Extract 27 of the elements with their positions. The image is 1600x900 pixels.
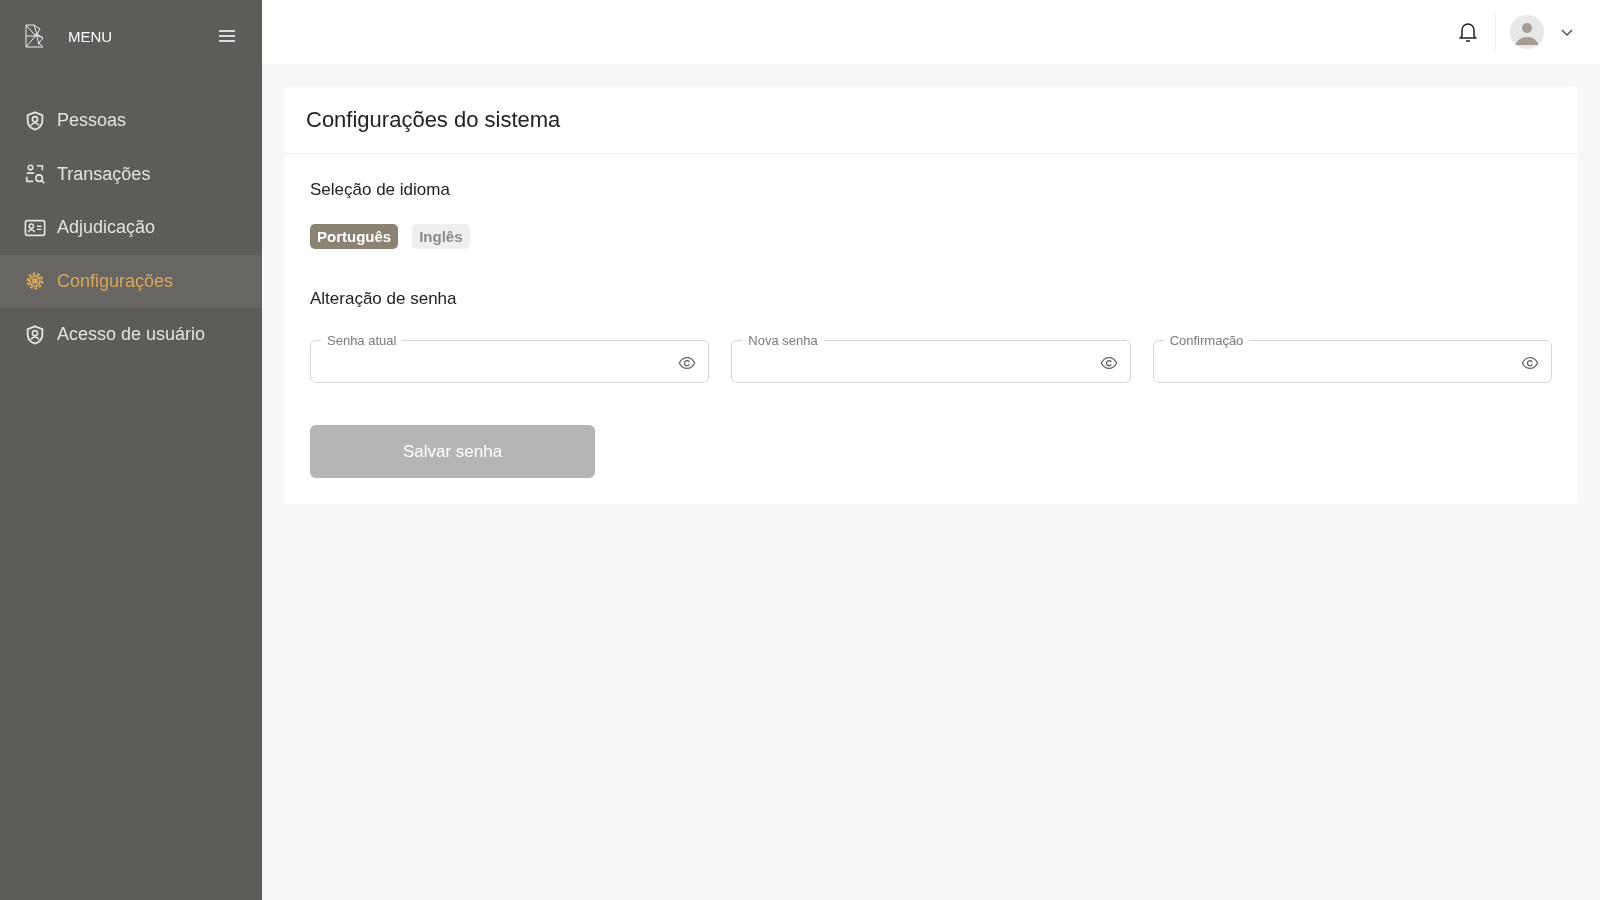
sidebar-item[interactable]: Adjudicação bbox=[0, 201, 262, 255]
sidebar-item[interactable]: Transações bbox=[0, 147, 262, 201]
shield-user-icon bbox=[24, 109, 46, 132]
language-option[interactable]: Português bbox=[310, 224, 399, 249]
sidebar-item[interactable]: Acesso de usuário bbox=[0, 308, 262, 362]
field-label: Confirmação bbox=[1168, 333, 1245, 348]
field-label: Senha atual bbox=[326, 333, 398, 348]
chevron-down-icon[interactable] bbox=[1560, 27, 1574, 37]
password-field[interactable]: Senha atual bbox=[310, 333, 710, 383]
user-search-icon bbox=[24, 163, 46, 186]
sidebar-item[interactable]: Pessoas bbox=[0, 94, 262, 148]
logo-icon bbox=[24, 23, 46, 49]
card-title: Configurações do sistema bbox=[284, 87, 1578, 154]
eye-icon[interactable] bbox=[678, 354, 697, 372]
sidebar-item[interactable]: Configurações bbox=[0, 254, 262, 308]
eye-icon[interactable] bbox=[1099, 354, 1118, 372]
section-heading: Seleção de idioma bbox=[310, 180, 451, 200]
language-option[interactable]: Inglês bbox=[412, 224, 470, 249]
shield-user-icon bbox=[24, 323, 46, 346]
field-label: Nova senha bbox=[747, 333, 819, 348]
password-field[interactable]: Confirmação bbox=[1152, 333, 1552, 383]
section-heading: Alteração de senha bbox=[310, 289, 458, 309]
eye-icon[interactable] bbox=[1521, 354, 1539, 372]
password-field[interactable]: Nova senha bbox=[731, 333, 1131, 383]
menu-icon[interactable] bbox=[216, 27, 238, 45]
bell-icon[interactable] bbox=[1458, 21, 1478, 43]
menu-title: MENU bbox=[68, 27, 114, 45]
